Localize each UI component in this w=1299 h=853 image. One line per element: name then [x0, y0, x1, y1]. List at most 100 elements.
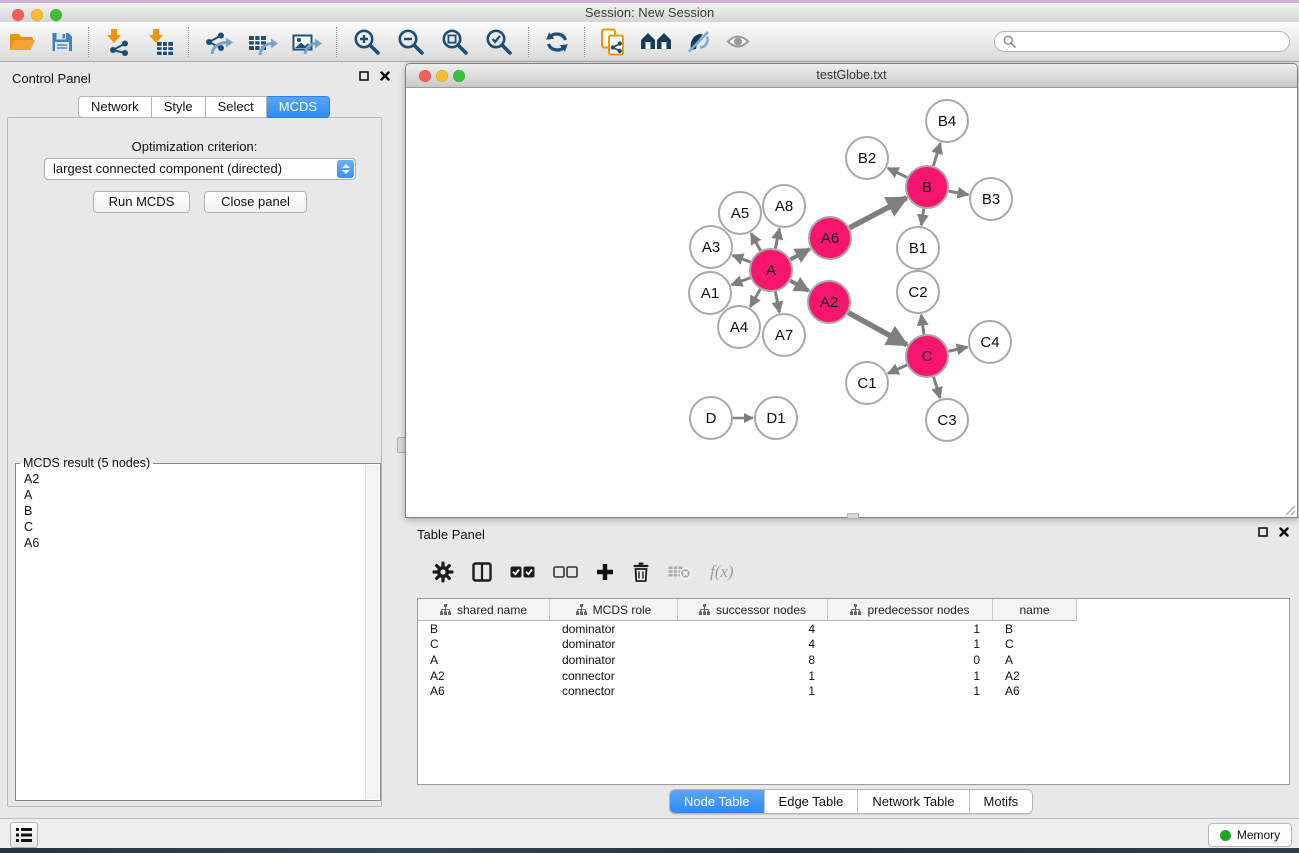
table-settings-button[interactable]: [423, 555, 463, 589]
add-column-button[interactable]: [587, 555, 623, 589]
graph-edge-C-C4[interactable]: [948, 347, 967, 351]
import-network-button[interactable]: [97, 24, 139, 60]
zoom-selected-button[interactable]: [477, 24, 521, 60]
graph-edge-A-A7[interactable]: [775, 292, 779, 313]
graph-edge-A-A4[interactable]: [750, 289, 760, 307]
table-cell[interactable]: 1: [678, 669, 828, 683]
delete-table-button[interactable]: [659, 555, 701, 589]
function-builder-button[interactable]: f(x): [701, 555, 743, 589]
save-session-button[interactable]: [43, 24, 81, 60]
cybrowser-home-button[interactable]: [633, 24, 679, 60]
network-canvas[interactable]: AA1A2A3A4A5A6A7A8BB1B2B3B4CC1C2C3C4DD1: [406, 88, 1297, 517]
table-cell[interactable]: 0: [828, 653, 993, 667]
import-table-button[interactable]: [139, 24, 181, 60]
tab-select[interactable]: Select: [206, 96, 267, 118]
export-table-button[interactable]: [241, 24, 285, 60]
apply-layout-button[interactable]: [537, 24, 577, 60]
table-cell[interactable]: 1: [828, 637, 993, 651]
table-cell[interactable]: dominator: [550, 637, 678, 651]
graph-edge-A-A5[interactable]: [751, 233, 761, 250]
table-tab-motifs[interactable]: Motifs: [969, 790, 1033, 813]
network-window-titlebar[interactable]: testGlobe.txt: [406, 64, 1297, 88]
graph-edge-C-C2[interactable]: [921, 315, 924, 334]
mcds-result-item-b[interactable]: B: [17, 503, 366, 519]
graph-edge-B-B1[interactable]: [921, 209, 923, 225]
close-panel-icon[interactable]: [380, 71, 390, 81]
minimize-network-button[interactable]: [436, 70, 448, 82]
table-cell[interactable]: B: [418, 622, 550, 636]
graph-edge-A2-C[interactable]: [848, 313, 907, 345]
zoom-fit-button[interactable]: [433, 24, 477, 60]
tab-mcds[interactable]: MCDS: [267, 96, 330, 118]
zoom-network-button[interactable]: [453, 70, 465, 82]
table-cell[interactable]: A: [418, 653, 550, 667]
mcds-result-list[interactable]: A2ABCA6: [17, 471, 366, 798]
task-history-button[interactable]: [10, 822, 38, 848]
graph-edge-B-B4[interactable]: [933, 143, 940, 166]
table-cell[interactable]: A2: [993, 669, 1077, 683]
delete-columns-button[interactable]: [623, 555, 659, 589]
deselect-all-columns-button[interactable]: [544, 555, 587, 589]
table-cell[interactable]: 4: [678, 637, 828, 651]
node-table[interactable]: shared nameMCDS rolesuccessor nodesprede…: [417, 598, 1290, 785]
table-cell[interactable]: A6: [418, 684, 550, 698]
new-network-from-selection-button[interactable]: [593, 24, 633, 60]
mcds-result-item-c[interactable]: C: [17, 519, 366, 535]
criterion-select[interactable]: largest connected component (directed): [44, 158, 356, 180]
table-row-a[interactable]: Adominator80A: [418, 652, 1289, 668]
table-cell[interactable]: connector: [550, 684, 678, 698]
column-header-name[interactable]: name: [993, 599, 1077, 621]
mcds-result-item-a6[interactable]: A6: [17, 535, 366, 551]
table-cell[interactable]: 8: [678, 653, 828, 667]
result-scrollbar[interactable]: [365, 465, 379, 799]
close-table-panel-icon[interactable]: [1279, 527, 1289, 537]
table-cell[interactable]: dominator: [550, 622, 678, 636]
table-tab-network-table[interactable]: Network Table: [857, 790, 968, 813]
export-network-button[interactable]: [197, 24, 241, 60]
column-header-shared-name[interactable]: shared name: [418, 599, 550, 621]
minimize-window-button[interactable]: [31, 9, 43, 21]
table-row-c[interactable]: Cdominator41C: [418, 637, 1289, 653]
mcds-result-item-a[interactable]: A: [17, 487, 366, 503]
table-row-a6[interactable]: A6connector11A6: [418, 683, 1289, 699]
run-mcds-button[interactable]: Run MCDS: [93, 191, 190, 213]
tab-network[interactable]: Network: [78, 96, 152, 118]
zoom-out-button[interactable]: [389, 24, 433, 60]
table-cell[interactable]: 1: [828, 684, 993, 698]
graph-edge-A-A2[interactable]: [790, 281, 809, 291]
resize-grip-icon[interactable]: [1284, 504, 1296, 516]
float-panel-icon[interactable]: [359, 71, 369, 81]
main-titlebar[interactable]: Session: New Session: [0, 3, 1299, 22]
graph-edge-A-A1[interactable]: [732, 278, 751, 285]
table-tab-node-table[interactable]: Node Table: [670, 790, 764, 813]
show-columns-button[interactable]: [463, 555, 501, 589]
table-cell[interactable]: 1: [828, 622, 993, 636]
table-cell[interactable]: C: [993, 637, 1077, 651]
column-header-successor-nodes[interactable]: successor nodes: [678, 599, 828, 621]
table-cell[interactable]: A: [993, 653, 1077, 667]
close-window-button[interactable]: [12, 9, 24, 21]
table-cell[interactable]: dominator: [550, 653, 678, 667]
select-all-columns-button[interactable]: [501, 555, 544, 589]
table-row-b[interactable]: Bdominator41B: [418, 621, 1289, 637]
table-cell[interactable]: A2: [418, 669, 550, 683]
search-field[interactable]: [994, 31, 1290, 52]
open-session-button[interactable]: [0, 24, 43, 60]
memory-button[interactable]: Memory: [1208, 823, 1292, 847]
show-graphics-details-button[interactable]: [719, 24, 757, 60]
graph-edge-B-B2[interactable]: [888, 168, 907, 177]
graph-edge-C-C1[interactable]: [888, 365, 907, 374]
graph-edge-A-A6[interactable]: [790, 249, 809, 260]
table-cell[interactable]: connector: [550, 669, 678, 683]
graph-edge-B-B3[interactable]: [949, 191, 969, 195]
close-panel-button[interactable]: Close panel: [204, 191, 307, 213]
search-input[interactable]: [1021, 33, 1281, 50]
hide-annotations-button[interactable]: [679, 24, 719, 60]
table-cell[interactable]: A6: [993, 684, 1077, 698]
column-header-predecessor-nodes[interactable]: predecessor nodes: [828, 599, 993, 621]
close-network-button[interactable]: [419, 70, 431, 82]
graph-edge-A-A8[interactable]: [775, 229, 779, 249]
table-tab-edge-table[interactable]: Edge Table: [764, 790, 858, 813]
tab-style[interactable]: Style: [152, 96, 206, 118]
column-header-mcds-role[interactable]: MCDS role: [550, 599, 678, 621]
